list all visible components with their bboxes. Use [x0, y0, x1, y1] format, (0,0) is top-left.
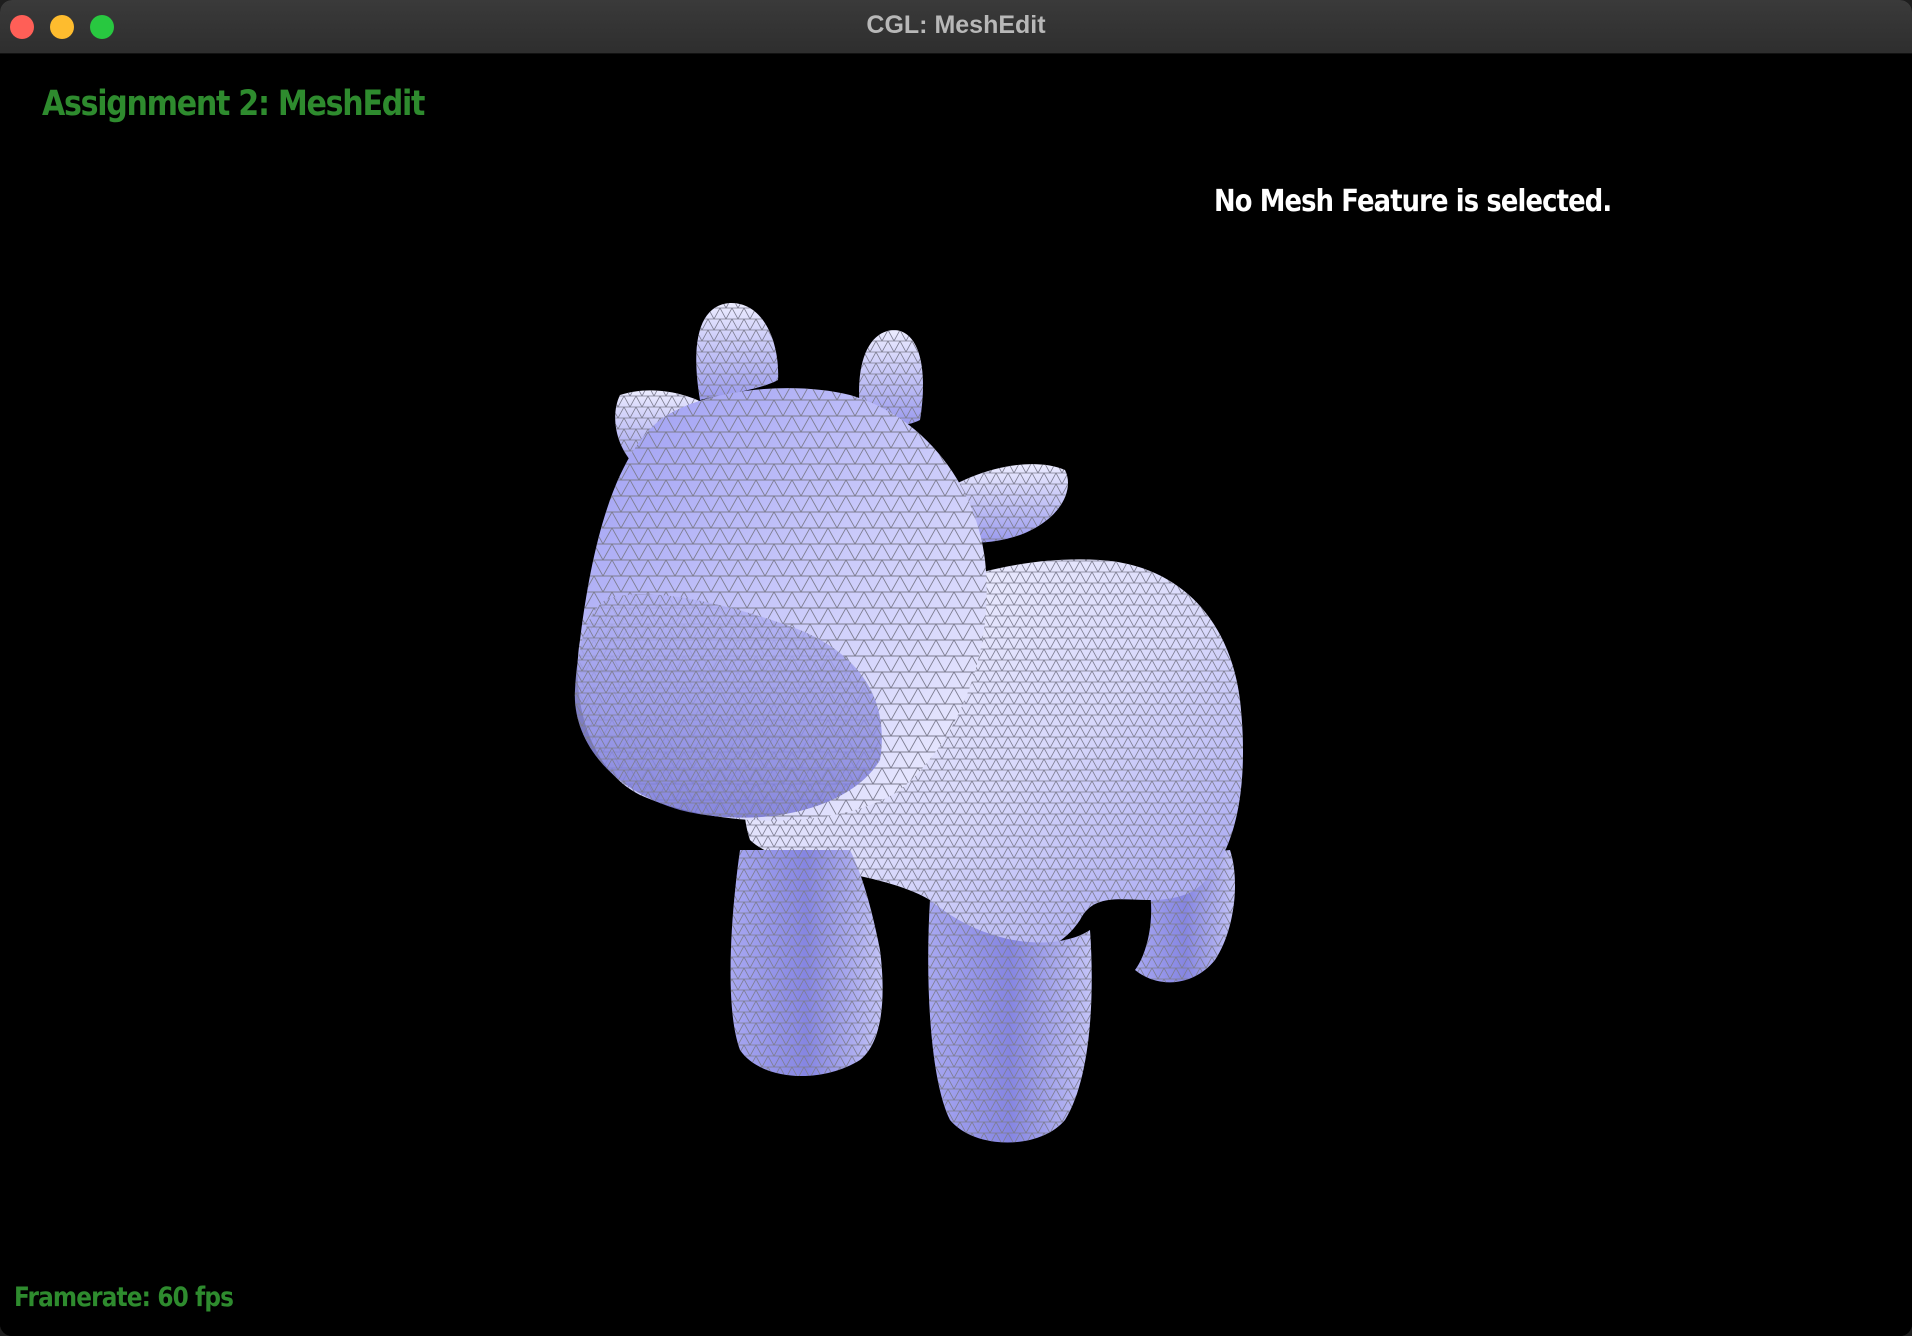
window-title: CGL: MeshEdit: [866, 11, 1046, 39]
app-window: CGL: MeshEdit Assignment 2: MeshEdit No …: [0, 0, 1912, 1336]
cow-mesh-canvas[interactable]: [0, 54, 1912, 1336]
title-bar[interactable]: CGL: MeshEdit: [0, 0, 1912, 54]
selection-status: No Mesh Feature is selected.: [1214, 184, 1612, 219]
cow-head: [574, 388, 987, 821]
framerate-readout: Framerate: 60 fps: [14, 1282, 234, 1313]
assignment-title: Assignment 2: MeshEdit: [42, 84, 425, 124]
render-viewport[interactable]: Assignment 2: MeshEdit No Mesh Feature i…: [0, 54, 1912, 1336]
